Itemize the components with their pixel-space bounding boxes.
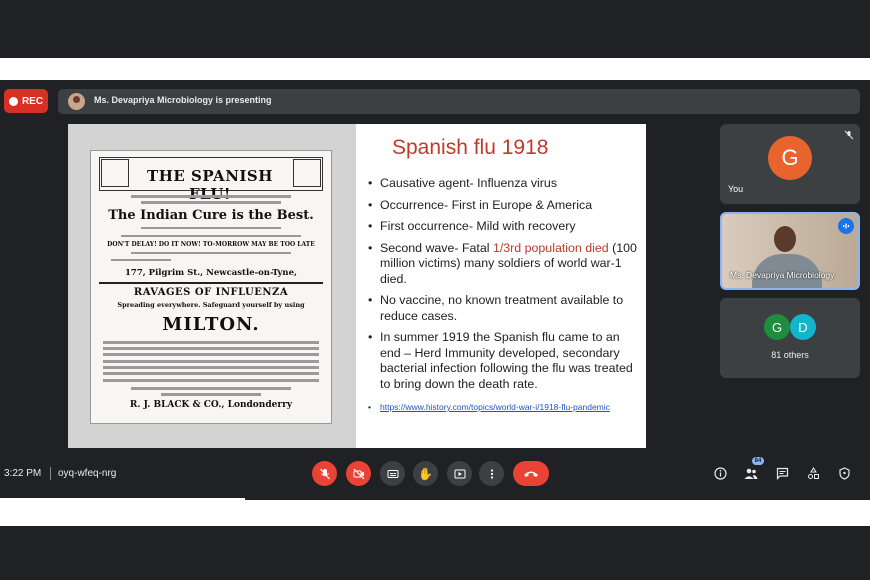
chat-button[interactable] <box>774 465 790 481</box>
clipping-cure-headline: The Indian Cure is the Best. <box>108 208 314 223</box>
clipping-text-line <box>103 353 319 356</box>
clipping-right-box <box>293 159 321 187</box>
activities-button[interactable] <box>805 465 821 481</box>
camera-toggle-button[interactable] <box>346 461 371 486</box>
mic-off-icon <box>319 468 330 479</box>
clipping-ravages-headline: RAVAGES OF INFLUENZA <box>133 287 289 298</box>
clipping-text-line <box>141 201 281 204</box>
hang-up-icon <box>524 471 538 477</box>
present-screen-icon <box>454 469 465 478</box>
clipping-spreading-line: Spreading everywhere. Safeguard yourself… <box>117 301 305 309</box>
shield-icon <box>838 466 850 480</box>
chat-icon <box>776 467 788 480</box>
self-label: You <box>728 184 744 194</box>
clipping-text-line <box>161 393 261 396</box>
presenter-tile-label: Ms. Devapriya Microbiology <box>730 270 835 280</box>
footer-separator <box>50 467 51 480</box>
self-tile[interactable]: G You <box>720 124 860 204</box>
history-link[interactable]: https://www.history.com/topics/world-war… <box>380 402 610 412</box>
bullet-item: Causative agent- Influenza virus <box>366 176 640 192</box>
clipping-milton: MILTON. <box>162 314 260 335</box>
captions-button[interactable] <box>380 461 405 486</box>
top-white-strip <box>0 58 870 80</box>
others-tile[interactable]: G D 81 others <box>720 298 860 378</box>
presenting-banner: Ms. Devapriya Microbiology is presenting <box>58 89 860 114</box>
more-vert-icon <box>490 468 493 479</box>
clipping-text-line <box>131 195 291 198</box>
bullet-item: In summer 1919 the Spanish flu came to a… <box>366 330 640 392</box>
clipping-rule <box>99 282 323 284</box>
presenter-avatar <box>68 93 85 110</box>
slide-title: Spanish flu 1918 <box>392 136 549 159</box>
clipping-left-box <box>101 159 129 187</box>
newspaper-clipping: THE SPANISH FLU! The Indian Cure is the … <box>90 150 332 424</box>
meeting-code: oyq-wfeq-nrg <box>58 468 117 479</box>
record-dot-icon <box>8 96 18 106</box>
more-options-button[interactable] <box>479 461 504 486</box>
people-button[interactable] <box>743 465 759 481</box>
bullet-item: Occurrence- First in Europe & America <box>366 198 640 214</box>
clipping-text-line <box>103 372 319 375</box>
bullet-item: First occurrence- Mild with recovery <box>366 219 640 235</box>
clipping-text-line <box>121 235 301 237</box>
clipping-text-line <box>131 252 291 254</box>
present-button[interactable] <box>447 461 472 486</box>
raise-hand-button[interactable]: ✋ <box>413 461 438 486</box>
bottom-white-strip <box>0 500 870 526</box>
mic-off-icon <box>844 130 854 143</box>
others-count: 81 others <box>771 350 809 360</box>
clipping-text-line <box>141 227 281 229</box>
clipping-text-line <box>103 360 319 363</box>
bullet-highlight: 1/3rd population died <box>492 240 609 255</box>
clipping-text-line <box>103 366 319 369</box>
meeting-details-button[interactable] <box>712 465 728 481</box>
camera-off-icon <box>353 468 364 479</box>
slide-bullets: Causative agent- Influenza virus Occurre… <box>366 176 640 398</box>
captions-icon <box>387 469 398 478</box>
other-avatar: G <box>764 314 790 340</box>
presenter-video-head <box>774 226 796 252</box>
other-avatar: D <box>790 314 816 340</box>
activities-icon <box>807 466 819 479</box>
clipping-text-line <box>103 347 319 350</box>
recording-badge[interactable]: REC <box>4 89 48 113</box>
participant-count-badge: 84 <box>752 457 764 465</box>
clipping-text-line <box>131 387 291 390</box>
people-icon <box>744 468 758 479</box>
bullet-item: Second wave- Fatal 1/3rd population died… <box>366 241 640 288</box>
host-controls-button[interactable] <box>836 465 852 481</box>
clock: 3:22 PM <box>4 468 42 479</box>
meet-window: REC Ms. Devapriya Microbiology is presen… <box>0 80 870 500</box>
leave-call-button[interactable] <box>513 461 549 486</box>
link-bullet: • <box>368 402 371 412</box>
bullet-text: Second wave- Fatal <box>380 240 493 255</box>
clipping-distributor: R. J. BLACK & CO., Londonderry <box>129 400 293 410</box>
self-avatar: G <box>768 136 812 180</box>
clipping-text-line <box>103 341 319 344</box>
clipping-urgent-line: DON'T DELAY! DO IT NOW! TO-MORROW MAY BE… <box>107 241 315 248</box>
recording-label: REC <box>21 95 44 107</box>
shared-slide: THE SPANISH FLU! The Indian Cure is the … <box>68 124 646 448</box>
presenting-text: Ms. Devapriya Microbiology is presenting <box>94 95 272 105</box>
clipping-text-line <box>103 379 319 382</box>
hand-icon: ✋ <box>418 466 433 481</box>
info-icon <box>713 466 727 480</box>
top-letterbox <box>0 0 870 58</box>
presenter-tile[interactable]: Ms. Devapriya Microbiology <box>720 212 860 290</box>
bullet-item: No vaccine, no known treatment available… <box>366 293 640 324</box>
clipping-address: 177, Pilgrim St., Newcastle-on-Tyne, <box>125 268 297 278</box>
speaking-indicator-icon <box>838 218 854 234</box>
clipping-text-line <box>111 259 171 261</box>
mic-toggle-button[interactable] <box>312 461 337 486</box>
bottom-letterbox <box>0 526 870 580</box>
